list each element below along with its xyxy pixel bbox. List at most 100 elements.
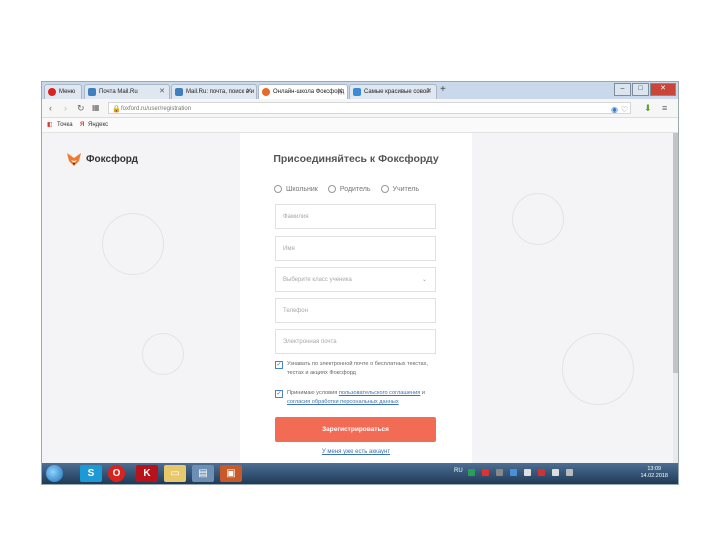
radio-label: Учитель [392,185,420,193]
tab-strip: Меню Почта Mail.Ru ✕ Mail.Ru: почта, пои… [42,82,678,99]
background-doodle [102,213,164,275]
kaspersky-icon[interactable]: K [136,465,158,482]
close-icon[interactable]: ✕ [246,85,252,99]
volume-icon[interactable] [566,469,573,476]
radio-student[interactable]: Школьник [274,185,318,193]
radio-parent[interactable]: Родитель [327,185,371,193]
navigation-bar: ‹ › ↻ ▦ 🔒 foxford.ru/user/registration ◉… [42,99,678,118]
close-icon[interactable]: ✕ [159,85,165,99]
browser-window: Меню Почта Mail.Ru ✕ Mail.Ru: почта, пои… [42,82,678,484]
tab-label: Самые красивые совой [364,89,430,95]
tray-app-icon[interactable] [468,469,475,476]
menu-icon[interactable]: ≡ [662,101,667,115]
radio-label: Школьник [286,185,318,193]
terms-checkbox[interactable]: ✓ [275,390,283,398]
phone-input[interactable]: Телефон [275,298,436,323]
notes-icon[interactable]: ▤ [192,465,214,482]
grade-select[interactable]: Выберите класс ученика ⌄ [275,267,436,292]
background-doodle [142,333,184,375]
have-account-link[interactable]: У меня уже есть аккаунт [240,449,472,455]
skype-icon[interactable]: S [80,465,102,482]
address-bar[interactable]: 🔒 foxford.ru/user/registration ◉ ♡ [108,102,631,114]
tray-app-icon[interactable] [510,469,517,476]
windows-start-icon[interactable] [46,465,63,482]
forward-icon[interactable]: › [64,101,67,115]
window-controls: – □ ✕ [614,83,676,96]
tab-label: Меню [59,89,76,95]
logo-text: Фоксфорд [86,153,139,165]
tab-foxford[interactable]: Онлайн-школа Фоксфорд ✕ [258,84,348,99]
opera-taskbar-icon[interactable]: O [108,465,125,482]
grade-select-value: Выберите класс ученика [283,277,352,283]
tray-flag-icon[interactable] [524,469,531,476]
news-checkbox-label: Узнавать по электронной почте о бесплатн… [287,361,428,376]
tab-mail[interactable]: Почта Mail.Ru ✕ [84,84,170,99]
foxford-logo[interactable]: Фоксфорд [66,151,138,167]
bookmarks-bar: ◧ Точка Я Яндекс [42,118,678,133]
clock[interactable]: 13:09 14.02.2018 [640,466,668,480]
clock-time: 13:09 [647,466,662,472]
registration-card: Присоединяйтесь к Фоксфорду Школьник Род… [240,133,472,463]
download-icon[interactable]: ⬇ [644,101,652,115]
fox-logo-icon [67,153,81,166]
close-icon[interactable]: ✕ [337,85,343,99]
terms-prefix: Принимаю условия [287,390,338,396]
address-text: foxford.ru/user/registration [121,106,192,112]
fox-icon [262,88,270,96]
tray-app-icon[interactable] [538,469,545,476]
tab-opera-menu[interactable]: Меню [44,84,82,99]
radio-circle [380,185,389,193]
taskbar: S O K ▭ ▤ ▣ RU 13:09 14.02.2018 [42,463,678,484]
network-icon[interactable] [552,469,559,476]
language-indicator[interactable]: RU [454,468,463,474]
role-radio-group: Школьник Родитель Учитель [274,185,419,193]
bookmark-tochka-icon: ◧ [47,122,53,128]
back-icon[interactable]: ‹ [49,101,52,115]
folder-icon[interactable]: ▭ [164,465,186,482]
image-viewer-icon[interactable]: ▣ [220,465,242,482]
user-agreement-link[interactable]: пользовательского соглашения [339,390,420,396]
reload-icon[interactable]: ↻ [77,101,85,115]
tab-label: Mail.Ru: почта, поиск в и [186,89,255,95]
mail-icon [175,88,183,96]
email-input[interactable]: Электронная почта [275,329,436,354]
background-doodle [562,333,634,405]
scrollbar[interactable] [673,133,678,463]
radio-circle [327,185,336,193]
scrollbar-thumb[interactable] [673,133,678,373]
tab-label: Онлайн-школа Фоксфорд [273,89,345,95]
personal-data-link[interactable]: согласия обработки персональных данных [287,399,399,405]
close-window-button[interactable]: ✕ [650,83,676,96]
clock-date: 14.02.2018 [640,473,668,479]
tray-app-icon[interactable] [482,469,489,476]
opera-icon [48,88,56,96]
news-checkbox[interactable]: ✓ [275,361,283,369]
terms-and: и [421,390,425,396]
register-button[interactable]: Зарегистрироваться [275,417,436,442]
minimize-button[interactable]: – [614,83,631,96]
yandex-icon: Я [80,122,85,128]
news-checkbox-row: ✓ Узнавать по электронной почте о беспла… [275,360,440,378]
close-icon[interactable]: ✕ [426,85,432,99]
bookmark-yandex[interactable]: Яндекс [88,118,108,132]
radio-teacher[interactable]: Учитель [380,185,420,193]
new-tab-button[interactable]: + [440,84,446,96]
maximize-button[interactable]: □ [632,83,649,96]
speed-dial-icon[interactable]: ▦ [92,101,100,115]
tray-app-icon[interactable] [496,469,503,476]
vpn-icon[interactable]: ◉ [611,104,618,116]
mail-icon [88,88,96,96]
bookmark-tochka[interactable]: Точка [57,118,73,132]
lastname-input[interactable]: Фамилия [275,204,436,229]
tab-mail-search[interactable]: Mail.Ru: почта, поиск в и ✕ [171,84,257,99]
radio-label: Родитель [339,185,371,193]
terms-checkbox-row: ✓ Принимаю условия пользовательского сог… [275,389,440,407]
firstname-input[interactable]: Имя [275,236,436,261]
tab-label: Почта Mail.Ru [99,89,138,95]
page-title: Присоединяйтесь к Фоксфорду [273,153,439,165]
background-doodle [512,193,564,245]
tab-puzzle[interactable]: Самые красивые совой ✕ [349,84,437,99]
page-content: Фоксфорд Присоединяйтесь к Фоксфорду Шко… [42,133,678,463]
chevron-down-icon: ⌄ [421,277,427,283]
bookmark-heart-icon[interactable]: ♡ [621,104,628,116]
